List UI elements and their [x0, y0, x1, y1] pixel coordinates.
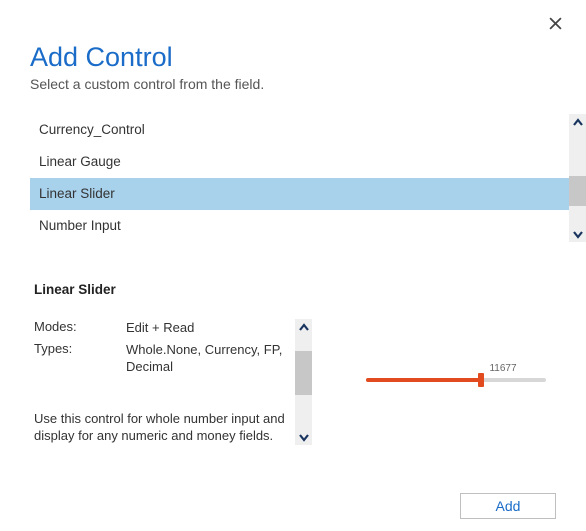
- add-button[interactable]: Add: [460, 493, 556, 519]
- control-details: Linear Slider Modes: Edit + Read Types: …: [34, 282, 556, 445]
- control-item-currency[interactable]: Currency_Control: [36, 114, 556, 146]
- chevron-up-icon[interactable]: [569, 114, 586, 131]
- chevron-up-icon[interactable]: [295, 319, 312, 336]
- scrollbar-thumb[interactable]: [569, 176, 586, 206]
- dialog-subtitle: Select a custom control from the field.: [30, 76, 556, 92]
- slider-preview: 11677: [294, 319, 556, 445]
- slider-track[interactable]: [366, 378, 546, 382]
- scrollbar-thumb[interactable]: [295, 351, 312, 395]
- modes-value: Edit + Read: [126, 319, 294, 337]
- chevron-down-icon[interactable]: [569, 225, 586, 242]
- details-title: Linear Slider: [34, 282, 556, 297]
- slider-value: 11677: [450, 363, 556, 374]
- control-item-linear-slider[interactable]: Linear Slider: [30, 178, 586, 210]
- control-list: Currency_Control Linear Gauge Linear Sli…: [30, 114, 556, 242]
- control-item-number-input[interactable]: Number Input: [36, 210, 556, 242]
- dialog-title: Add Control: [30, 42, 556, 73]
- types-value: Whole.None, Currency, FP, Decimal: [126, 341, 294, 376]
- control-item-linear-gauge[interactable]: Linear Gauge: [36, 146, 556, 178]
- details-scrollbar[interactable]: [295, 319, 312, 445]
- close-icon[interactable]: [549, 14, 562, 34]
- chevron-down-icon[interactable]: [295, 428, 312, 445]
- list-scrollbar[interactable]: [569, 114, 586, 242]
- slider-handle[interactable]: [478, 373, 484, 387]
- slider-fill: [366, 378, 481, 382]
- modes-label: Modes:: [34, 319, 126, 337]
- types-label: Types:: [34, 341, 126, 376]
- control-description: Use this control for whole number input …: [34, 410, 294, 445]
